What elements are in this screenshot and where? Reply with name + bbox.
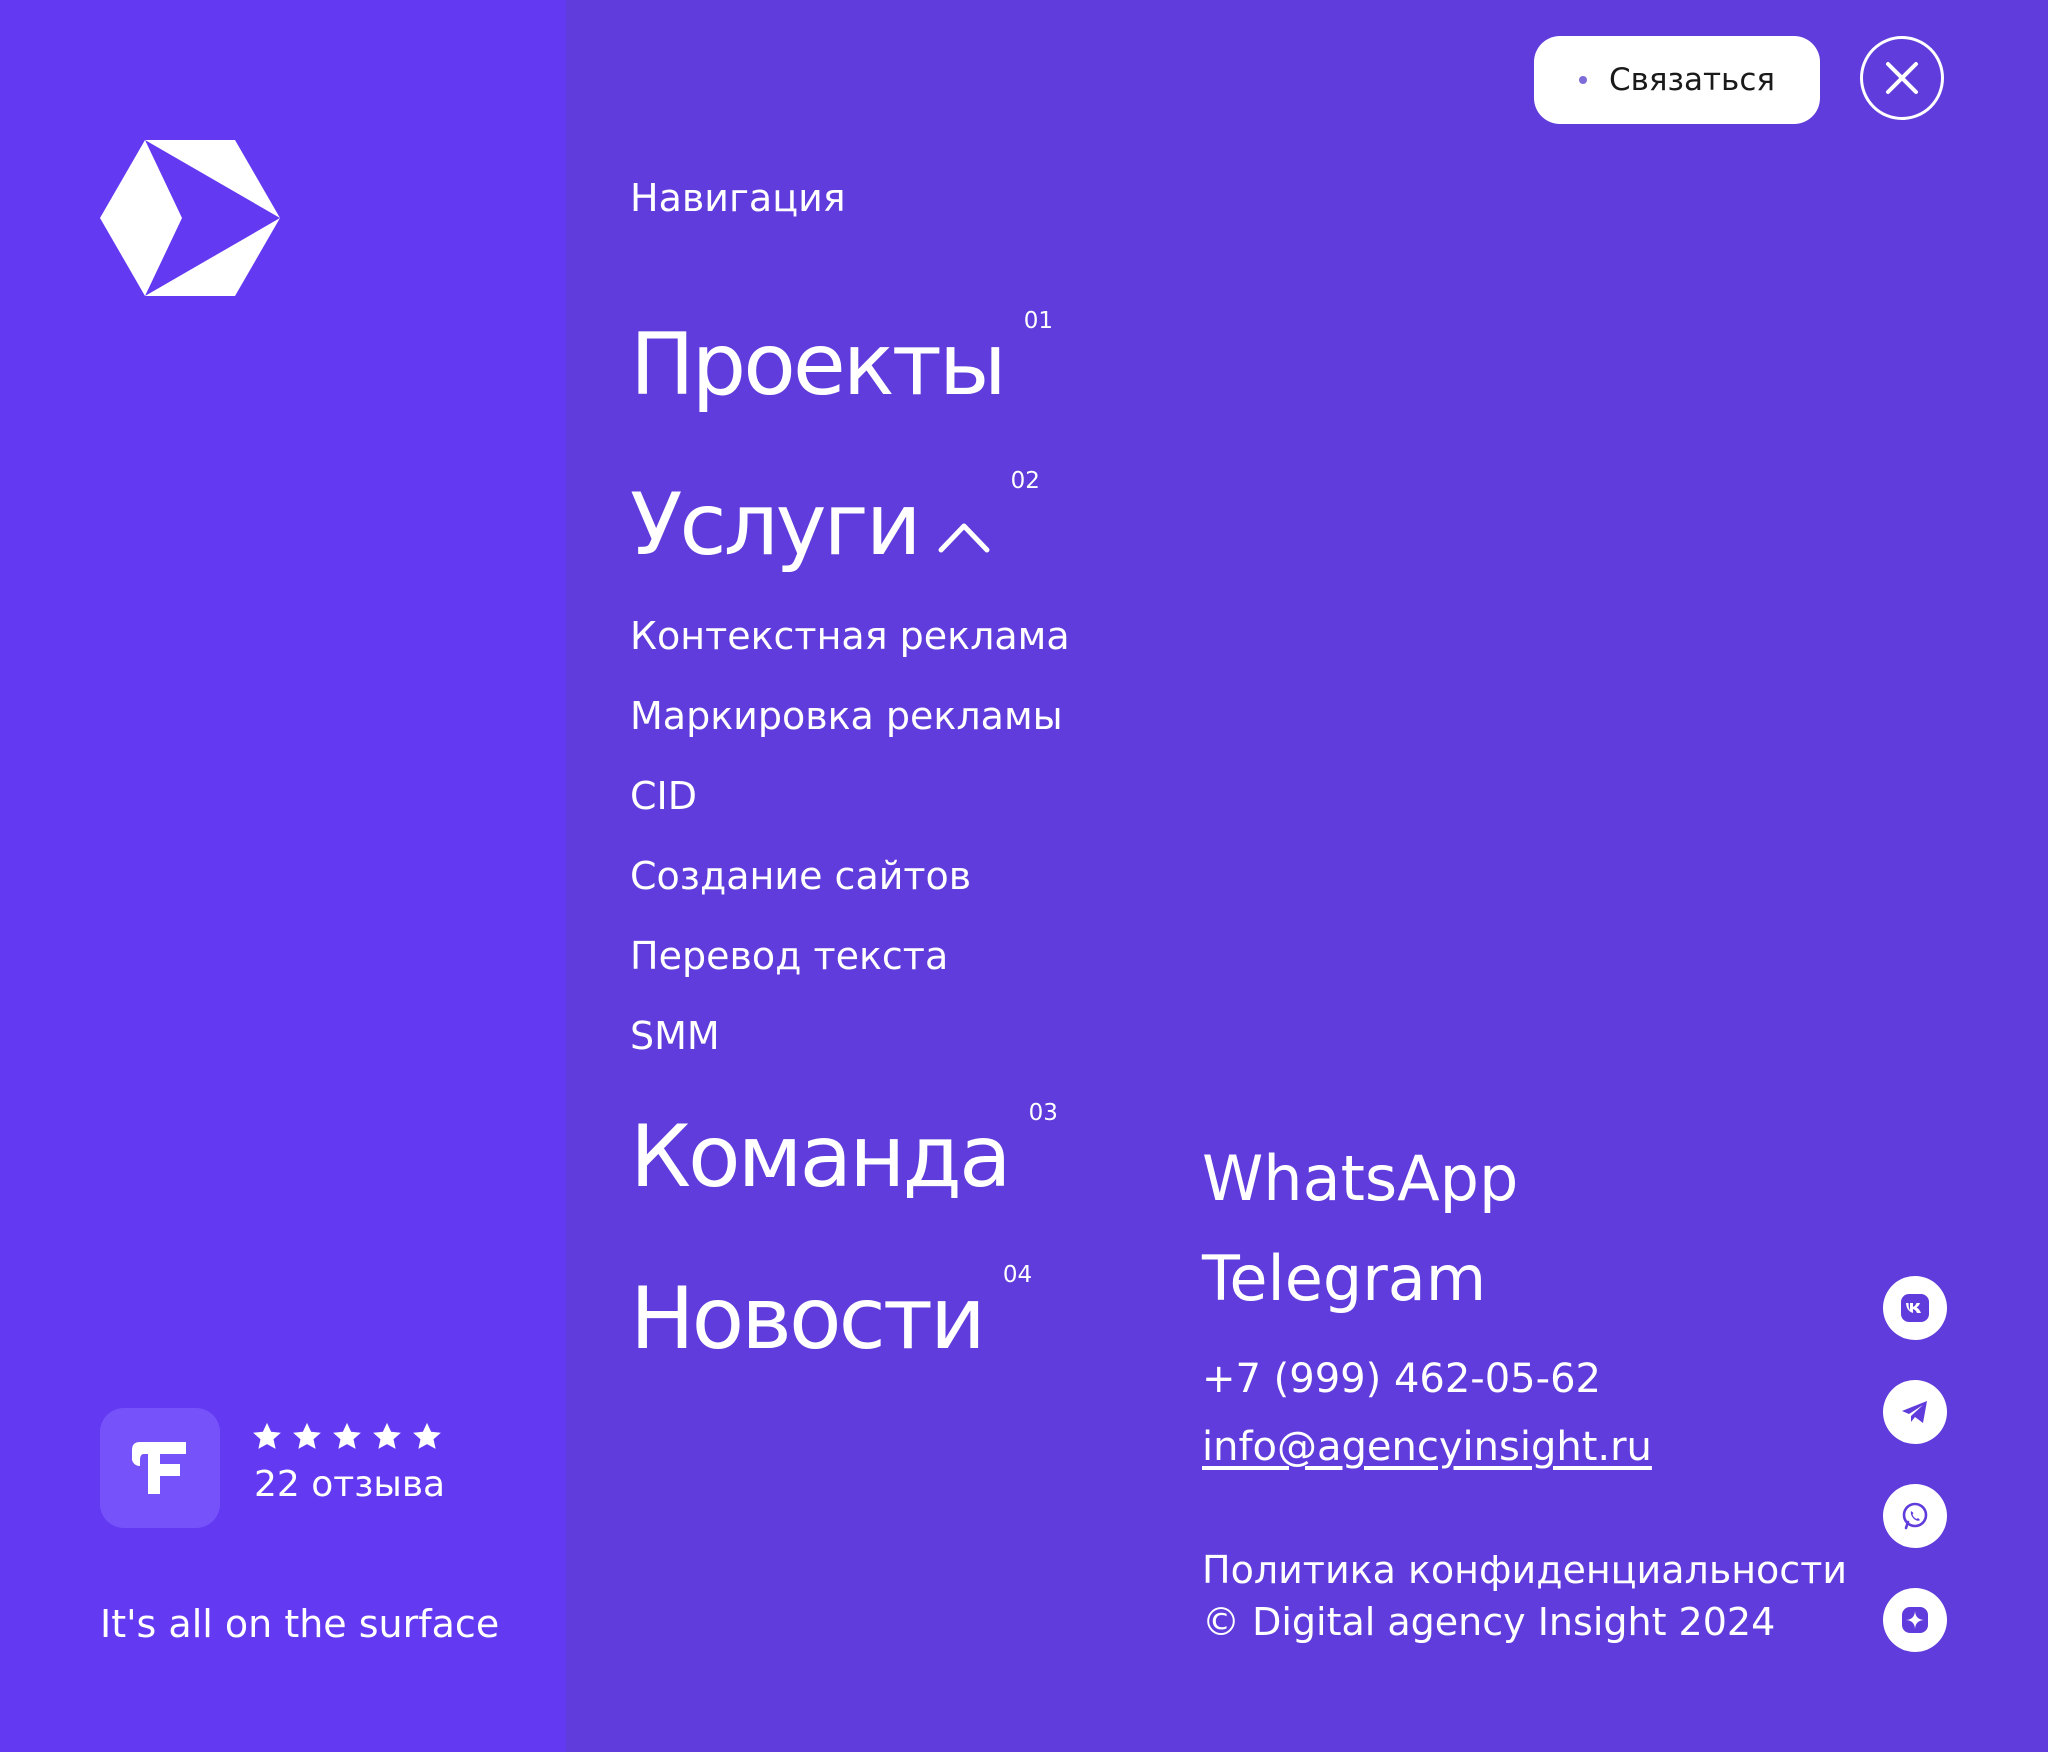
nav-item-news[interactable]: Новости 04 xyxy=(630,1262,1032,1362)
service-link-translation[interactable]: Перевод текста xyxy=(630,934,948,978)
telegram-link[interactable]: Telegram xyxy=(1202,1242,1486,1315)
dzen-icon xyxy=(1902,1607,1928,1633)
service-link-smm[interactable]: SMM xyxy=(630,1014,720,1058)
reviews-count[interactable]: 22 отзыва xyxy=(254,1464,445,1505)
review-platform-logo-icon xyxy=(132,1442,186,1494)
chevron-up-icon[interactable] xyxy=(937,516,991,556)
email-link[interactable]: info@agencyinsight.ru xyxy=(1202,1424,1652,1470)
vk-button[interactable] xyxy=(1883,1276,1947,1340)
nav-heading: Навигация xyxy=(630,176,846,220)
nav-item-services[interactable]: Услуги 02 xyxy=(630,468,1040,568)
service-link-ad-marking[interactable]: Маркировка рекламы xyxy=(630,694,1063,738)
star-icon xyxy=(293,1422,321,1449)
service-link-websites[interactable]: Создание сайтов xyxy=(630,854,971,898)
nav-item-label[interactable]: Команда xyxy=(630,1114,1012,1200)
phone-link[interactable]: +7 (999) 462-05-62 xyxy=(1202,1356,1601,1402)
nav-item-label[interactable]: Проекты xyxy=(630,322,1007,408)
service-link-cid[interactable]: CID xyxy=(630,774,697,818)
dzen-button[interactable] xyxy=(1883,1588,1947,1652)
close-icon xyxy=(1886,62,1918,94)
nav-item-projects[interactable]: Проекты 01 xyxy=(630,308,1053,408)
nav-item-number: 04 xyxy=(1002,1262,1033,1288)
close-menu-button[interactable] xyxy=(1860,36,1944,120)
contact-button-label: Связаться xyxy=(1608,62,1776,98)
whatsapp-button[interactable] xyxy=(1883,1484,1947,1548)
left-panel: 22 отзыва It's all on the surface xyxy=(0,0,566,1752)
service-link-context-ads[interactable]: Контекстная реклама xyxy=(630,614,1070,658)
contact-button[interactable]: Связаться xyxy=(1534,36,1820,124)
nav-item-team[interactable]: Команда 03 xyxy=(630,1100,1058,1200)
nav-item-number: 01 xyxy=(1023,308,1054,334)
rating-service-badge[interactable] xyxy=(100,1408,220,1528)
privacy-policy-link[interactable]: Политика конфиденциальности xyxy=(1202,1548,1847,1592)
star-icon xyxy=(413,1422,441,1449)
star-icon xyxy=(253,1422,281,1449)
brand-logo-icon[interactable] xyxy=(100,140,280,296)
whatsapp-icon xyxy=(1902,1502,1928,1530)
vk-icon xyxy=(1901,1294,1929,1322)
dot-icon xyxy=(1578,76,1587,84)
brand-tagline: It's all on the surface xyxy=(100,1602,500,1646)
telegram-button[interactable] xyxy=(1883,1380,1947,1444)
rating-stars xyxy=(250,1420,444,1454)
nav-item-number: 03 xyxy=(1028,1100,1058,1126)
star-icon xyxy=(333,1422,361,1449)
nav-item-label[interactable]: Новости xyxy=(630,1276,986,1362)
telegram-icon xyxy=(1902,1401,1927,1423)
star-icon xyxy=(373,1422,401,1449)
nav-item-label[interactable]: Услуги xyxy=(630,482,922,568)
whatsapp-link[interactable]: WhatsApp xyxy=(1202,1142,1518,1215)
nav-item-number: 02 xyxy=(1010,468,1040,494)
copyright-text: © Digital agency Insight 2024 xyxy=(1202,1600,1776,1644)
